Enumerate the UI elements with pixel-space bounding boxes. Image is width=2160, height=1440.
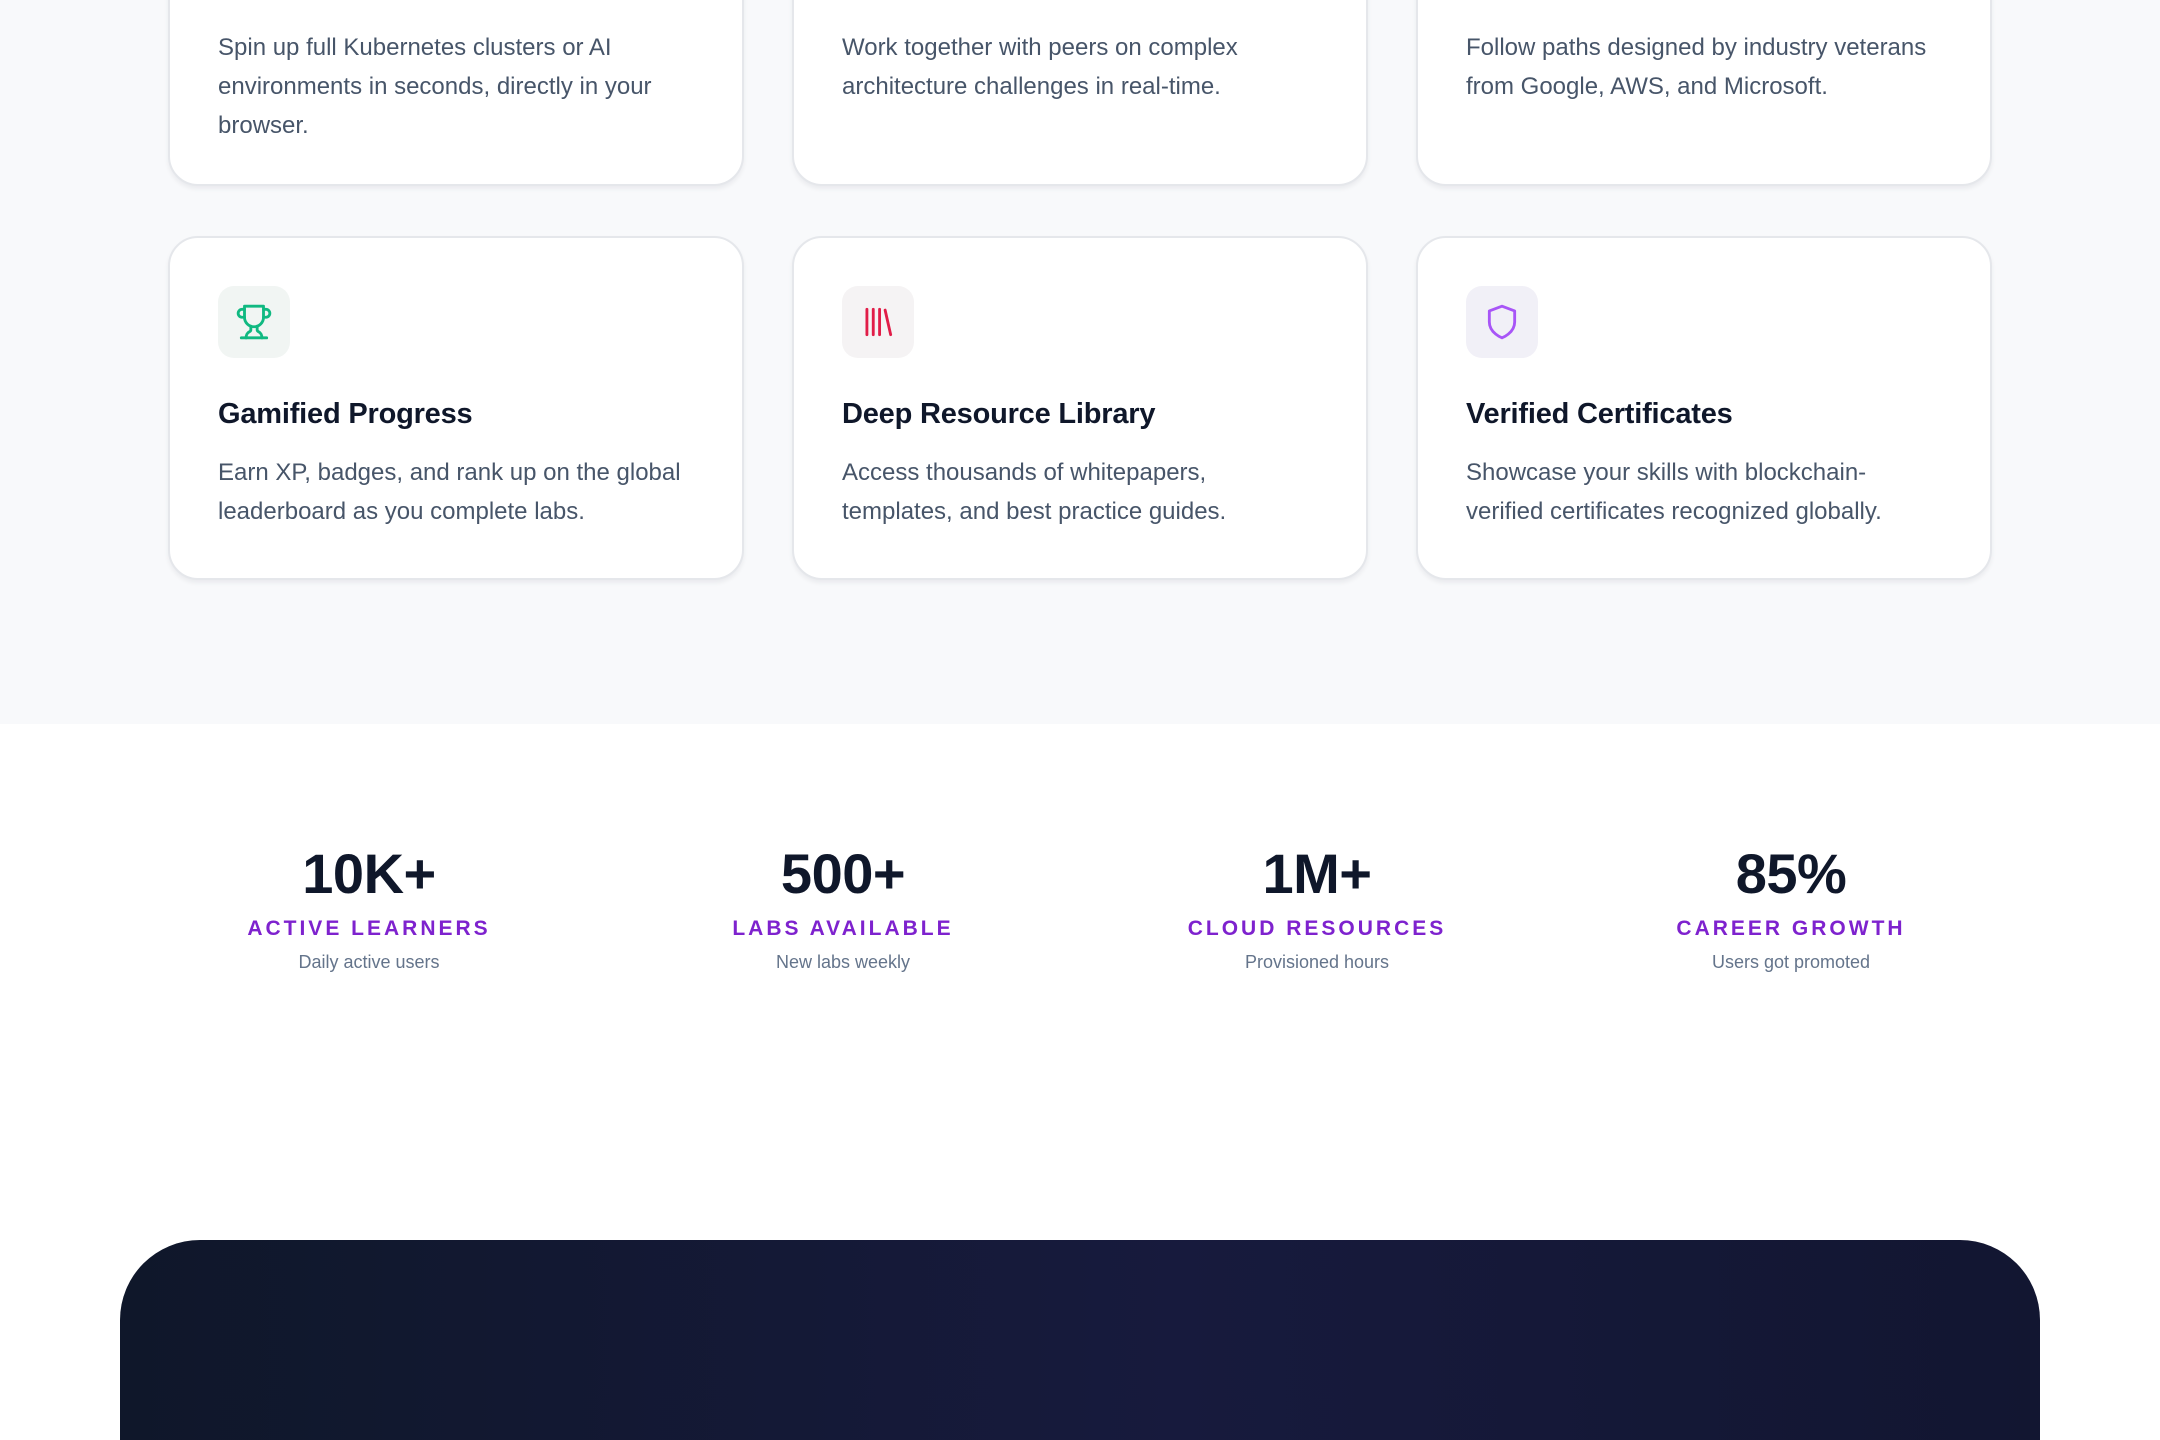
- stat-value: 10K+: [302, 842, 436, 905]
- feature-card-description: Work together with peers on complex arch…: [842, 34, 1238, 100]
- stat-value: 85%: [1735, 842, 1847, 905]
- shield-icon: [1487, 304, 1517, 340]
- library-icon-box: [842, 286, 914, 358]
- stat-subtext: Users got promoted: [1711, 952, 1871, 972]
- stat-active-learners: 10K+ ACTIVE LEARNERS Daily active users: [169, 838, 569, 974]
- feature-card-gamified-progress: Gamified Progress Earn XP, badges, and r…: [168, 236, 744, 580]
- features-section: Spin up full Kubernetes clusters or AI e…: [0, 0, 2160, 724]
- stat-value: 500+: [780, 842, 906, 905]
- stat-label: ACTIVE LEARNERS: [247, 917, 491, 940]
- feature-card-title: Verified Certificates: [1466, 398, 1733, 430]
- feature-card: Spin up full Kubernetes clusters or AI e…: [168, 0, 744, 186]
- feature-card-title: Deep Resource Library: [842, 398, 1156, 430]
- feature-card-title: Gamified Progress: [218, 398, 473, 430]
- stat-subtext: Daily active users: [298, 952, 440, 972]
- stat-cloud-resources: 1M+ CLOUD RESOURCES Provisioned hours: [1117, 838, 1517, 974]
- trophy-icon-box: [218, 286, 290, 358]
- feature-card-description: Spin up full Kubernetes clusters or AI e…: [218, 34, 652, 139]
- stat-value: 1M+: [1262, 842, 1373, 905]
- feature-card: Work together with peers on complex arch…: [792, 0, 1368, 186]
- stat-subtext: Provisioned hours: [1244, 952, 1390, 972]
- feature-card-description: Showcase your skills with blockchain-ver…: [1466, 459, 1882, 525]
- feature-card-resource-library: Deep Resource Library Access thousands o…: [792, 236, 1368, 580]
- stat-labs-available: 500+ LABS AVAILABLE New labs weekly: [643, 838, 1043, 974]
- shield-icon-box: [1466, 286, 1538, 358]
- trophy-icon: [236, 304, 272, 340]
- feature-card-description: Access thousands of whitepapers, templat…: [842, 459, 1227, 525]
- cta-banner: [120, 1240, 2040, 1440]
- feature-card-description: Earn XP, badges, and rank up on the glob…: [218, 459, 681, 525]
- stat-label: CLOUD RESOURCES: [1187, 917, 1447, 940]
- feature-card: Follow paths designed by industry vetera…: [1416, 0, 1992, 186]
- stat-subtext: New labs weekly: [775, 952, 911, 972]
- feature-card-description: Follow paths designed by industry vetera…: [1466, 34, 1927, 100]
- stat-label: LABS AVAILABLE: [732, 917, 954, 940]
- stat-label: CAREER GROWTH: [1676, 917, 1906, 940]
- stat-career-growth: 85% CAREER GROWTH Users got promoted: [1591, 838, 1991, 974]
- feature-card-verified-certificates: Verified Certificates Showcase your skil…: [1416, 236, 1992, 580]
- library-icon: [865, 307, 893, 337]
